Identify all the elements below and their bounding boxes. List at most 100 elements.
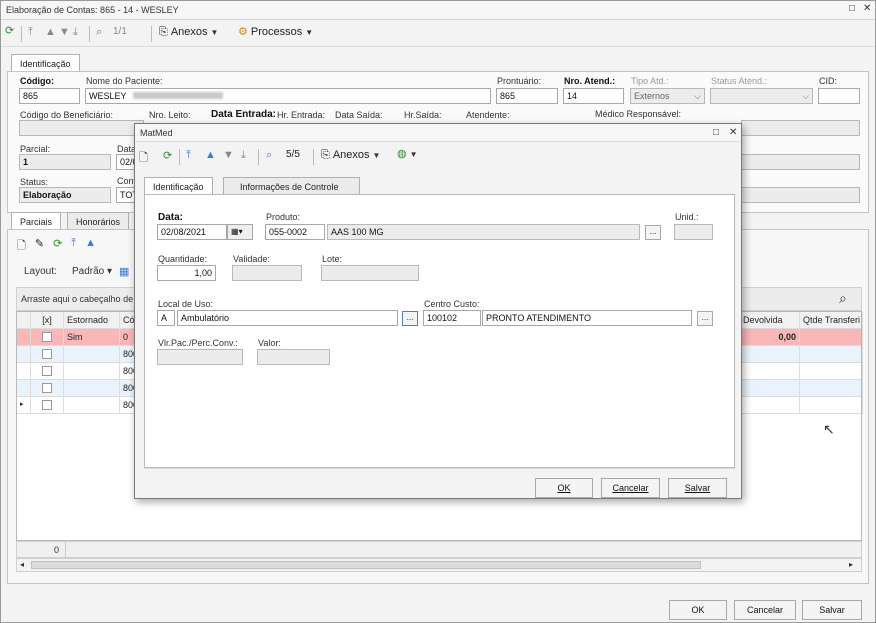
tab-parciais[interactable]: Parciais [11, 212, 62, 230]
medico-label: Médico Responsável: [595, 109, 682, 119]
nome-label: Nome do Paciente: [86, 76, 163, 86]
status-atend-select[interactable]: ⌵ [710, 88, 813, 104]
dialog-ok-button[interactable]: OK [535, 478, 593, 498]
conv-field-short[interactable]: TOT [116, 187, 136, 203]
tab-honorarios[interactable]: Honorários [67, 212, 130, 230]
row-indicator [17, 363, 31, 380]
hr-saida-label: Hr.Saída: [404, 110, 442, 120]
local-desc-field[interactable]: Ambulatório [177, 310, 398, 326]
main-window: Elaboração de Contas: 865 - 14 - WESLEY … [0, 0, 876, 623]
data-field-short[interactable]: 02/0 [116, 154, 136, 170]
anexos-label: Anexos [170, 26, 208, 38]
dialog-tab-identificacao[interactable]: Identificação [144, 177, 213, 195]
refresh-icon[interactable]: ⟳ [53, 237, 62, 256]
calendar-dropdown[interactable]: ▦▾ [227, 224, 253, 240]
padrao-dropdown[interactable]: Padrão ▾ [72, 266, 112, 277]
row-checkbox[interactable] [42, 349, 52, 359]
first-record-icon[interactable]: ⤒ [28, 26, 33, 39]
quantidade-field[interactable]: 1,00 [157, 265, 216, 281]
cid-field[interactable] [818, 88, 860, 104]
col-devolvida[interactable]: Devolvida [740, 312, 800, 329]
codigo-label: Código: [20, 76, 54, 86]
col-estornado[interactable]: Estornado [64, 312, 120, 329]
col-qtde-transf[interactable]: Qtde Transferi [800, 312, 863, 329]
horizontal-scrollbar[interactable]: ◂ ▸ [16, 558, 862, 572]
cell-estornado [64, 346, 120, 363]
prev-record-icon[interactable]: ▲ [45, 26, 56, 38]
data-field[interactable]: 02/08/2021 [157, 224, 227, 240]
dialog-anexos-button[interactable]: ⎘ Anexos ▼ [321, 149, 380, 161]
tipo-atd-select[interactable]: Externos ⌵ [630, 88, 705, 104]
extra-field-r4[interactable] [741, 187, 860, 203]
record-counter: 1/1 [113, 26, 127, 37]
parcial-field[interactable]: 1 [19, 154, 111, 170]
paperclip-icon: ⎘ [321, 148, 330, 161]
matmed-dialog: MatMed □ ✕ 🗋 ⟳ ⤒ ▲ ▼ ⤓ ⌕ 5/5 ⎘ Anexos ▼ … [134, 123, 742, 499]
validade-field [232, 265, 302, 281]
row-checkbox[interactable] [42, 332, 52, 342]
close-icon[interactable]: ✕ [863, 3, 871, 14]
row-checkbox[interactable] [42, 366, 52, 376]
col-check[interactable]: [x] [31, 312, 64, 329]
row-checkbox[interactable] [42, 400, 52, 410]
new-icon[interactable]: 🗋 [139, 149, 148, 168]
close-icon[interactable]: ✕ [729, 127, 737, 138]
calendar-icon: ▦ [231, 227, 239, 236]
edit-icon[interactable]: ✎ [35, 237, 44, 256]
maximize-icon[interactable]: □ [849, 3, 855, 14]
refresh-icon[interactable]: ⟳ [163, 149, 172, 162]
cell-qtde-transf [800, 346, 863, 363]
globe-icon: ◍ [397, 148, 407, 160]
prontuario-field[interactable]: 865 [496, 88, 558, 104]
cell-estornado: Sim [64, 329, 120, 346]
maximize-icon[interactable]: □ [713, 127, 719, 138]
status-field[interactable]: Elaboração [19, 187, 111, 203]
find-icon[interactable]: ⌕ [96, 26, 102, 39]
next-record-icon[interactable]: ▼ [59, 26, 70, 38]
produto-code-field[interactable]: 055-0002 [265, 224, 325, 240]
find-icon[interactable]: ⌕ [266, 149, 272, 162]
cell-devolvida [740, 363, 800, 380]
search-icon[interactable]: ⌕ [839, 290, 847, 307]
nome-field[interactable]: WESLEY [85, 88, 491, 104]
last-record-icon[interactable]: ⤓ [241, 149, 246, 162]
row-indicator [17, 329, 31, 346]
tab-identificacao[interactable]: Identificação [11, 54, 80, 72]
dialog-tab-controle[interactable]: Informações de Controle [223, 177, 360, 194]
next-record-icon[interactable]: ▼ [223, 149, 234, 161]
prev-record-icon[interactable]: ▲ [205, 149, 216, 161]
codigo-field[interactable]: 865 [19, 88, 80, 104]
nro-atend-field[interactable]: 14 [563, 88, 624, 104]
cancel-button[interactable]: Cancelar [734, 600, 796, 620]
centro-code-field[interactable]: 100102 [423, 310, 481, 326]
globe-button[interactable]: ◍ ▼ [397, 149, 418, 160]
extra-field-r3[interactable] [741, 154, 860, 170]
ok-button[interactable]: OK [669, 600, 727, 620]
refresh-icon[interactable]: ⟳ [5, 26, 14, 37]
anexos-button[interactable]: ⎘ Anexos ▼ [159, 26, 218, 38]
new-icon[interactable]: 🗋 [17, 237, 26, 256]
dialog-record-counter: 5/5 [286, 149, 300, 160]
dialog-save-button[interactable]: Salvar [668, 478, 727, 498]
local-lookup-button[interactable]: ... [402, 311, 418, 326]
grid-settings-icon[interactable]: ▦ [119, 265, 129, 278]
local-code-field[interactable]: A [157, 310, 175, 326]
produto-lookup-button[interactable]: ... [645, 225, 661, 240]
dialog-cancel-button[interactable]: Cancelar [601, 478, 660, 498]
prev-record-icon[interactable]: ▲ [85, 237, 96, 256]
grid-footer: 0 [16, 541, 862, 558]
first-record-icon[interactable]: ⤒ [71, 237, 76, 256]
row-checkbox[interactable] [42, 383, 52, 393]
centro-desc-field[interactable]: PRONTO ATENDIMENTO [482, 310, 692, 326]
scroll-thumb[interactable] [31, 561, 701, 569]
medico-field[interactable] [741, 120, 860, 136]
save-button[interactable]: Salvar [802, 600, 862, 620]
main-toolbar: ⟳ ⤒ ▲ ▼ ⤓ ⌕ 1/1 ⎘ Anexos ▼ ⚙ Processos ▼ [1, 21, 875, 47]
chevron-down-icon: ▼ [305, 27, 314, 37]
title-bar: Elaboração de Contas: 865 - 14 - WESLEY … [1, 1, 875, 20]
first-record-icon[interactable]: ⤒ [186, 149, 191, 162]
last-record-icon[interactable]: ⤓ [73, 26, 78, 39]
cod-benef-field[interactable] [19, 120, 144, 136]
centro-lookup-button[interactable]: ... [697, 311, 713, 326]
processos-button[interactable]: ⚙ Processos ▼ [238, 26, 313, 38]
